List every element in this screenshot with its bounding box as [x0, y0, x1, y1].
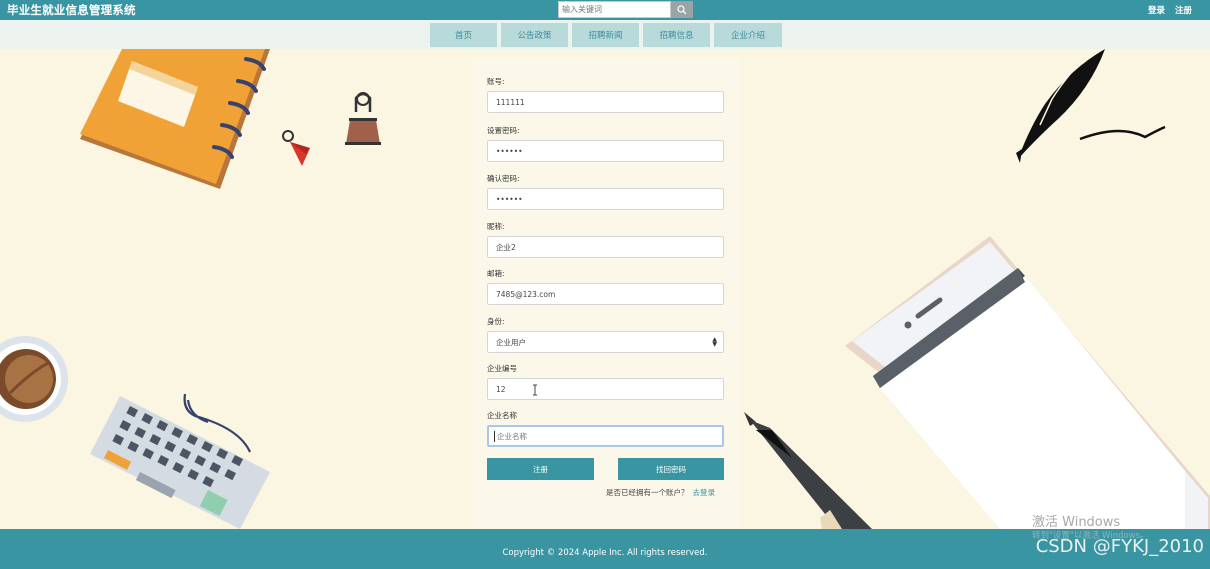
csdn-watermark: CSDN @FYKJ_2010 [1035, 536, 1204, 557]
nickname-label: 昵称: [487, 222, 505, 231]
account-value: 111111 [496, 97, 525, 107]
top-bar: 毕业生就业信息管理系统 登录 注册 [0, 0, 1210, 20]
nickname-value: 企业2 [496, 242, 516, 252]
confirm-password-field[interactable]: •••••• [487, 188, 724, 210]
company-no-value: 12 [496, 384, 506, 394]
login-hint: 是否已经拥有一个账户？ 去登录 [606, 487, 715, 498]
company-name-placeholder: 企业名称 [497, 431, 527, 441]
role-select[interactable]: 企业用户 ▲ ▼ [487, 331, 724, 353]
login-hint-text: 是否已经拥有一个账户？ [606, 488, 689, 497]
text-caret [494, 431, 495, 442]
search-icon [677, 4, 687, 14]
coffee-cup-illustration [0, 336, 68, 422]
company-no-field[interactable]: 12 [487, 378, 724, 400]
go-login-link[interactable]: 去登录 [693, 488, 716, 497]
binder-clip-illustration [345, 92, 381, 145]
confirm-password-value: •••••• [496, 194, 523, 204]
register-form: 账号: 111111 设置密码: •••••• 确认密码: •••••• 昵称:… [472, 59, 740, 527]
nickname-field[interactable]: 企业2 [487, 236, 724, 258]
search-button[interactable] [671, 1, 693, 18]
notebook-illustration [80, 49, 270, 189]
smartphone-illustration [845, 236, 1210, 529]
account-field[interactable]: 111111 [487, 91, 724, 113]
password-label: 设置密码: [487, 126, 520, 135]
account-label: 账号: [487, 77, 505, 86]
search-bar [558, 1, 693, 18]
copyright-text: Copyright © 2024 Apple Inc. All rights r… [502, 548, 708, 558]
password-value: •••••• [496, 146, 523, 156]
recover-password-button[interactable]: 找回密码 [618, 458, 724, 480]
paper-clip-red-illustration [282, 130, 310, 166]
nav-item-company-intro[interactable]: 企业介绍 [714, 23, 782, 47]
register-button[interactable]: 注册 [487, 458, 594, 480]
login-link[interactable]: 登录 [1148, 4, 1165, 16]
company-name-field[interactable]: 企业名称 [487, 425, 724, 447]
select-arrows-icon: ▲ ▼ [712, 336, 717, 348]
text-cursor-icon [533, 384, 537, 396]
email-value: 7485@123.com [496, 289, 556, 299]
nav-item-recruit-news[interactable]: 招聘新闻 [572, 23, 639, 47]
register-link[interactable]: 注册 [1175, 4, 1192, 16]
role-label: 身份: [487, 317, 505, 326]
search-input[interactable] [558, 1, 671, 18]
nav-item-announcements[interactable]: 公告政策 [501, 23, 568, 47]
role-value: 企业用户 [496, 337, 526, 347]
email-field[interactable]: 7485@123.com [487, 283, 724, 305]
windows-activation-watermark: 激活 Windows [1032, 515, 1121, 530]
nav-item-recruit-info[interactable]: 招聘信息 [643, 23, 710, 47]
confirm-password-label: 确认密码: [487, 174, 520, 183]
main-nav: 首页 公告政策 招聘新闻 招聘信息 企业介绍 [0, 20, 1210, 49]
footer: Copyright © 2024 Apple Inc. All rights r… [0, 529, 1210, 569]
nav-item-home[interactable]: 首页 [430, 23, 497, 47]
email-label: 邮箱: [487, 269, 505, 278]
quill-pen-illustration [1016, 49, 1166, 163]
auth-links: 登录 注册 [1148, 4, 1192, 16]
site-title: 毕业生就业信息管理系统 [7, 3, 136, 17]
password-field[interactable]: •••••• [487, 140, 724, 162]
company-no-label: 企业编号 [487, 364, 517, 373]
company-name-label: 企业名称 [487, 411, 517, 420]
keyboard-illustration [90, 393, 270, 529]
